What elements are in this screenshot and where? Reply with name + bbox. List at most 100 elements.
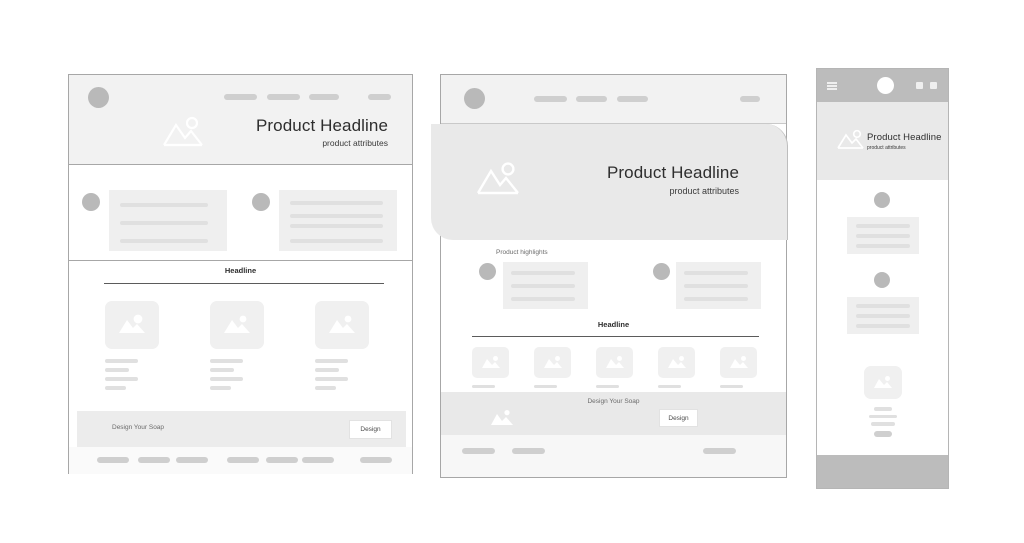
- product-card[interactable]: [105, 301, 159, 390]
- desktop-cta-label: Design Your Soap: [112, 424, 165, 431]
- action-square-2[interactable]: [930, 82, 937, 89]
- footer-item[interactable]: [227, 457, 259, 463]
- nav-item-3[interactable]: [309, 94, 339, 100]
- highlight-bullet-1: [874, 192, 890, 208]
- tablet-cta-label: Design Your Soap: [587, 398, 640, 405]
- text-line: [290, 239, 383, 243]
- desktop-cta-button[interactable]: Design: [349, 420, 392, 439]
- text-line: [290, 224, 383, 228]
- highlight-bullet-2: [252, 193, 270, 211]
- image-placeholder-icon: [210, 301, 264, 349]
- nav-item-1[interactable]: [224, 94, 257, 100]
- image-placeholder-icon: [489, 409, 515, 427]
- card-text-line: [658, 385, 681, 388]
- product-image-placeholder: [210, 301, 264, 349]
- text-line: [684, 284, 748, 288]
- nav-item-account[interactable]: [368, 94, 391, 100]
- card-text-line: [720, 385, 743, 388]
- nav-item-2[interactable]: [267, 94, 300, 100]
- footer-item[interactable]: [97, 457, 129, 463]
- text-line: [856, 244, 910, 248]
- product-image-placeholder: [105, 301, 159, 349]
- text-line: [856, 324, 910, 328]
- tablet-hero-title: Product Headline: [606, 163, 739, 182]
- footer-item[interactable]: [360, 457, 392, 463]
- image-placeholder-icon: [534, 347, 571, 378]
- footer-item[interactable]: [462, 448, 495, 454]
- tablet-cta-band: Design Your Soap Design: [441, 392, 786, 435]
- highlight-panel-1: [503, 262, 588, 309]
- desktop-wireframe-frame: Product Headline product attributes Head…: [68, 74, 413, 474]
- text-line: [290, 214, 383, 218]
- footer-item[interactable]: [302, 457, 334, 463]
- card-text-line: [210, 368, 234, 372]
- logo-circle-icon[interactable]: [464, 88, 485, 109]
- image-placeholder-icon: [472, 347, 509, 378]
- highlight-bullet-1: [82, 193, 100, 211]
- highlight-panel-1: [847, 217, 919, 254]
- card-text-line: [210, 359, 243, 363]
- mobile-wireframe-frame: Product Headline product attributes: [816, 68, 949, 489]
- text-line: [290, 201, 383, 205]
- highlight-panel-1: [109, 190, 227, 251]
- product-card[interactable]: [315, 301, 369, 390]
- image-placeholder-icon: [473, 158, 523, 200]
- text-line: [856, 234, 910, 238]
- card-text-line: [315, 368, 339, 372]
- product-image-placeholder: [658, 347, 695, 378]
- footer-item[interactable]: [512, 448, 545, 454]
- footer-item[interactable]: [138, 457, 170, 463]
- desktop-hero-subtitle: product attributes: [322, 138, 388, 148]
- card-text-line: [210, 377, 243, 381]
- tablet-hero-subtitle: product attributes: [669, 186, 739, 196]
- action-square-1[interactable]: [916, 82, 923, 89]
- card-action-button[interactable]: [874, 430, 892, 437]
- nav-item-3[interactable]: [617, 96, 648, 102]
- nav-item-account[interactable]: [740, 96, 760, 102]
- card-text-line: [315, 377, 348, 381]
- footer-item[interactable]: [703, 448, 736, 454]
- text-line: [120, 239, 208, 243]
- image-placeholder-icon: [315, 301, 369, 349]
- desktop-nav-bar[interactable]: Product Headline product attributes: [69, 75, 412, 165]
- image-placeholder-icon: [105, 301, 159, 349]
- mobile-product-card[interactable]: [864, 366, 902, 437]
- mobile-hero-subtitle: product attributes: [867, 145, 906, 151]
- section-divider-rule: [472, 336, 759, 337]
- tablet-products-section: Headline: [441, 320, 786, 413]
- image-placeholder-icon: [720, 347, 757, 378]
- tablet-cta-icon: [489, 409, 515, 427]
- product-image-placeholder: [864, 366, 902, 399]
- mobile-top-bar[interactable]: [817, 69, 948, 102]
- card-text-line: [596, 385, 619, 388]
- footer-item[interactable]: [176, 457, 208, 463]
- desktop-hero-title: Product Headline: [255, 116, 388, 135]
- logo-circle-icon[interactable]: [877, 77, 894, 94]
- text-line: [511, 271, 575, 275]
- text-line: [511, 297, 575, 301]
- highlight-bullet-1: [479, 263, 496, 280]
- text-line: [856, 314, 910, 318]
- nav-item-1[interactable]: [534, 96, 567, 102]
- card-text-line: [315, 359, 348, 363]
- text-line: [511, 284, 575, 288]
- nav-item-2[interactable]: [576, 96, 607, 102]
- mobile-hero-image: [835, 128, 865, 152]
- mobile-hero: Product Headline product attributes: [817, 102, 948, 180]
- tablet-nav-bar[interactable]: [441, 75, 786, 124]
- card-text-line: [105, 386, 126, 390]
- footer-item[interactable]: [266, 457, 298, 463]
- card-text-line: [210, 386, 231, 390]
- product-card[interactable]: [210, 301, 264, 390]
- image-placeholder-icon: [658, 347, 695, 378]
- card-text-line: [105, 359, 138, 363]
- card-text-line: [869, 414, 897, 418]
- card-text-line: [874, 407, 892, 411]
- text-line: [120, 221, 208, 225]
- tablet-highlights-label: Product highlights: [496, 249, 548, 256]
- tablet-cta-button[interactable]: Design: [659, 409, 698, 427]
- hamburger-menu-icon[interactable]: [827, 82, 837, 90]
- tablet-section-headline: Headline: [597, 320, 630, 329]
- product-image-placeholder: [315, 301, 369, 349]
- logo-circle-icon[interactable]: [88, 87, 109, 108]
